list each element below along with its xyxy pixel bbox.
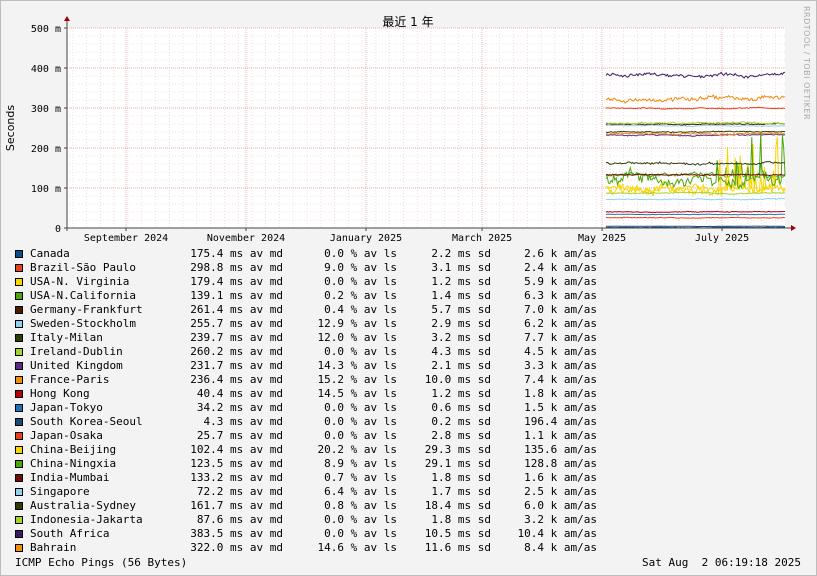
plot-background (67, 28, 785, 228)
x-tick-label: May 2025 (578, 233, 626, 244)
legend-stat-am: 135.6 am/as (524, 443, 597, 456)
x-tick-label: July 2025 (695, 233, 749, 244)
y-tick-labels: 0 100 m 200 m 300 m 400 m 500 m (31, 24, 61, 235)
legend-stat-am: 3.3 k am/as (524, 359, 597, 372)
legend-stat-am: 2.4 k am/as (524, 261, 597, 274)
y-tick-label: 100 m (31, 184, 61, 195)
footer-probe-description: ICMP Echo Pings (56 Bytes) (15, 556, 188, 569)
legend-stat-am: 1.5 k am/as (524, 401, 597, 414)
x-tick-label: September 2024 (84, 233, 168, 244)
chart-title: 最近 1 年 (382, 15, 433, 29)
legend-stat-am: 8.4 k am/as (524, 541, 597, 554)
legend-stat-am: 1.8 k am/as (524, 387, 597, 400)
y-tick-label: 200 m (31, 144, 61, 155)
legend-stat-am: 6.3 k am/as (524, 289, 597, 302)
legend-stat-am: 7.7 k am/as (524, 331, 597, 344)
legend-stat-am: 6.0 k am/as (524, 499, 597, 512)
watermark: RRDTOOL / TOBI OETIKER (802, 6, 811, 121)
x-tick-labels: September 2024 November 2024 January 2025 M… (84, 233, 749, 244)
legend-stat-am: 1.6 k am/as (524, 471, 597, 484)
y-tick-label: 500 m (31, 24, 61, 35)
x-axis-arrow (791, 225, 796, 231)
legend-stat-am: 1.1 k am/as (524, 429, 597, 442)
legend-stat-am: 128.8 am/as (524, 457, 597, 470)
legend-stat-am: 3.2 k am/as (524, 513, 597, 526)
legend-stat-am: 5.9 k am/as (524, 275, 597, 288)
y-tick-label: 300 m (31, 104, 61, 115)
y-tick-label: 400 m (31, 64, 61, 75)
legend-stat-am: 6.2 k am/as (524, 317, 597, 330)
x-tick-label: March 2025 (452, 233, 512, 244)
x-tick-label: November 2024 (207, 233, 285, 244)
y-axis-arrow (64, 16, 70, 21)
legend-stat-am: 2.5 k am/as (524, 485, 597, 498)
latency-chart: 0 100 m 200 m 300 m 400 m 500 m September 202… (4, 15, 796, 244)
legend-stat-am: 7.4 k am/as (524, 373, 597, 386)
footer-timestamp: Sat Aug 2 06:19:18 2025 (642, 556, 801, 569)
y-tick-label: 0 (55, 224, 61, 235)
legend-stat-am: 7.0 k am/as (524, 303, 597, 316)
legend-stat-am: 196.4 am/as (524, 415, 597, 428)
x-tick-label: January 2025 (330, 233, 402, 244)
legend-stat-am: 2.6 k am/as (524, 247, 597, 260)
legend-stat-am: 10.4 k am/as (517, 527, 597, 540)
legend-stat-am: 4.5 k am/as (524, 345, 597, 358)
y-axis-label: Seconds (4, 105, 17, 151)
